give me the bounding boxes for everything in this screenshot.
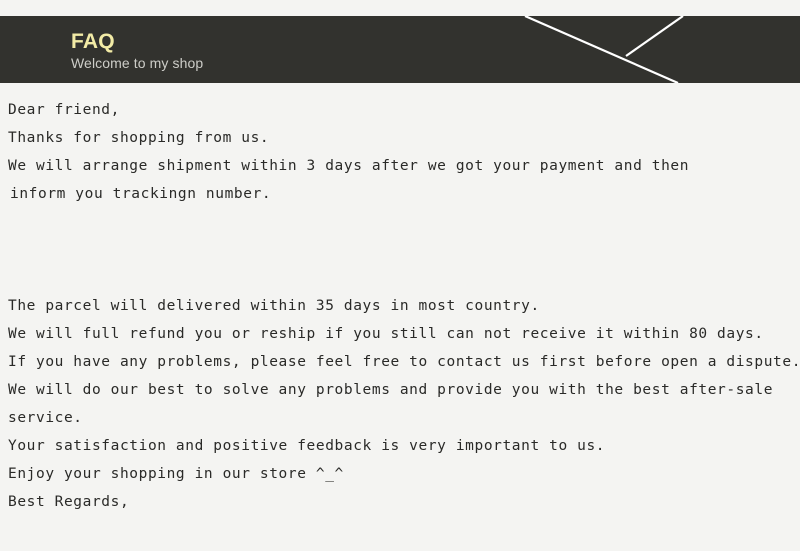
copy-line: inform you trackingn number. xyxy=(10,186,272,202)
copy-line: Thanks for shopping from us. xyxy=(8,130,270,146)
copy-line: Best Regards, xyxy=(8,494,130,510)
copy-line: Enjoy your shopping in our store ^_^ xyxy=(8,466,344,482)
copy-line: The parcel will delivered within 35 days… xyxy=(8,298,540,314)
banner-text-group: FAQ Welcome to my shop xyxy=(71,30,203,73)
copy-line: We will do our best to solve any problem… xyxy=(8,382,774,398)
copy-line: We will arrange shipment within 3 days a… xyxy=(8,158,690,174)
faq-page: FAQ Welcome to my shop Dear friend, Than… xyxy=(0,0,800,551)
copy-line: If you have any problems, please feel fr… xyxy=(8,354,800,370)
copy-line: Your satisfaction and positive feedback … xyxy=(8,438,606,454)
paragraph-greeting: Dear friend, Thanks for shopping from us… xyxy=(0,96,800,208)
paragraph-policy: The parcel will delivered within 35 days… xyxy=(0,292,800,516)
faq-body: Dear friend, Thanks for shopping from us… xyxy=(0,96,800,516)
copy-line: Dear friend, xyxy=(8,102,120,118)
page-subtitle: Welcome to my shop xyxy=(71,55,204,71)
page-title: FAQ xyxy=(71,30,115,53)
copy-line: We will full refund you or reship if you… xyxy=(8,326,764,342)
copy-line: service. xyxy=(8,410,83,426)
faq-banner: FAQ Welcome to my shop xyxy=(0,16,800,83)
